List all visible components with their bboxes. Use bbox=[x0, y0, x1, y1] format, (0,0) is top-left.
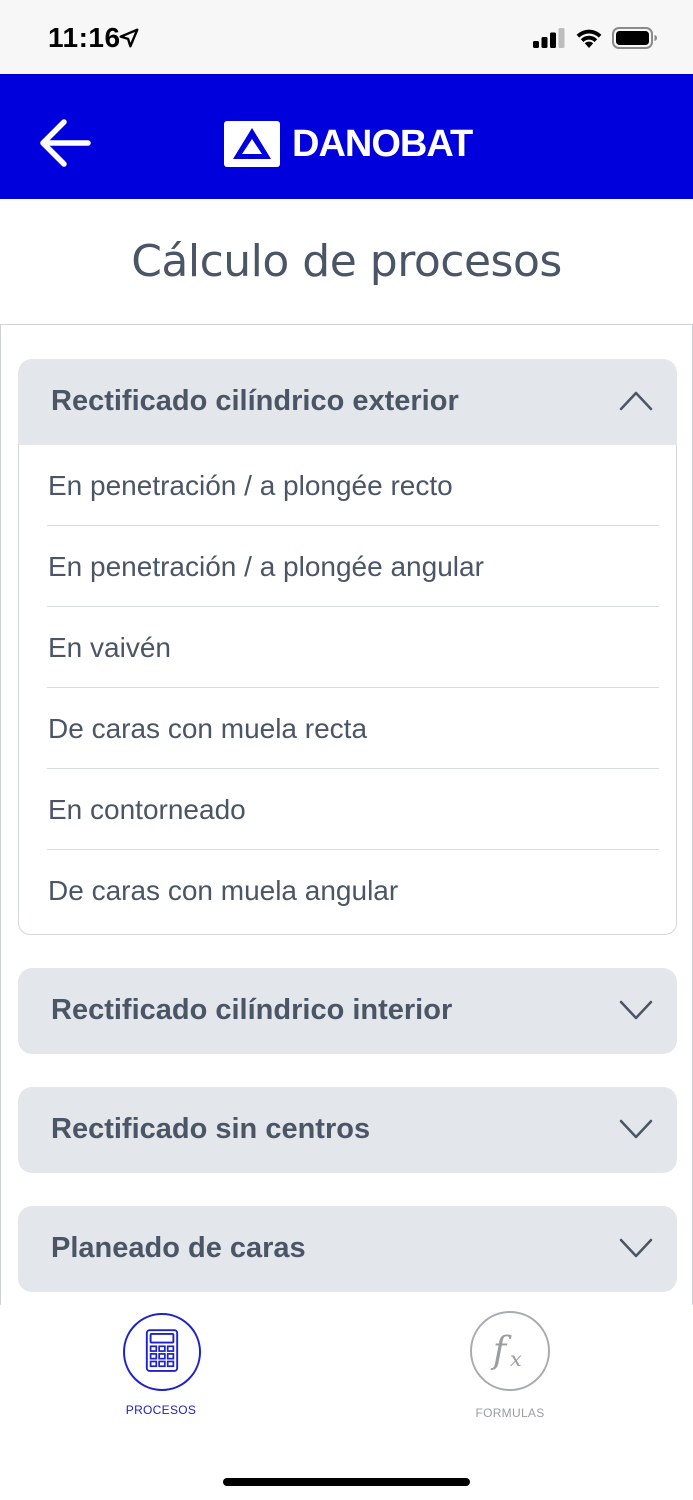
process-item-label: En vaivén bbox=[48, 632, 171, 663]
process-list: Rectificado cilíndrico exterior En penet… bbox=[0, 324, 693, 1305]
process-item-label: De caras con muela recta bbox=[48, 713, 368, 744]
function-fx-icon: f x bbox=[490, 1329, 522, 1371]
tab-label: FORMULAS bbox=[475, 1406, 545, 1420]
section-header-planeado-caras[interactable]: Planeado de caras bbox=[18, 1206, 677, 1292]
bottom-tab-bar: PROCESOS f x FORMULAS bbox=[0, 1305, 693, 1500]
cellular-signal-icon bbox=[533, 28, 565, 48]
section-header-sin-centros[interactable]: Rectificado sin centros bbox=[18, 1087, 677, 1173]
process-item-caras-muela-recta[interactable]: De caras con muela recta bbox=[47, 688, 659, 769]
tab-icon-circle: f x bbox=[470, 1311, 550, 1391]
process-item-label: De caras con muela angular bbox=[48, 875, 399, 906]
process-item-plongee-recto[interactable]: En penetración / a plongée recto bbox=[47, 445, 659, 526]
tab-label: PROCESOS bbox=[125, 1403, 197, 1417]
back-arrow-icon bbox=[40, 119, 91, 167]
process-item-caras-muela-angular[interactable]: De caras con muela angular bbox=[47, 850, 659, 931]
section-body-cilindrico-exterior: En penetración / a plongée recto En pene… bbox=[18, 445, 677, 935]
tab-procesos[interactable]: PROCESOS bbox=[101, 1313, 221, 1423]
status-bar: 11:16 bbox=[0, 0, 693, 74]
process-item-label: En penetración / a plongée recto bbox=[48, 470, 453, 501]
process-item-contorneado[interactable]: En contorneado bbox=[47, 769, 659, 850]
process-item-label: En penetración / a plongée angular bbox=[48, 551, 484, 582]
brand-name: DANOBAT bbox=[292, 123, 473, 165]
status-time: 11:16 bbox=[48, 22, 121, 53]
svg-text:x: x bbox=[510, 1347, 522, 1371]
section-title: Rectificado cilíndrico interior bbox=[51, 994, 453, 1026]
process-item-label: En contorneado bbox=[48, 794, 246, 825]
danobat-logo: DANOBAT bbox=[224, 121, 473, 167]
process-item-vaiven[interactable]: En vaivén bbox=[47, 607, 659, 688]
svg-text:f: f bbox=[490, 1329, 512, 1371]
location-arrow-icon bbox=[119, 28, 139, 48]
section-header-cilindrico-exterior[interactable]: Rectificado cilíndrico exterior bbox=[18, 359, 677, 445]
home-indicator bbox=[223, 1478, 470, 1486]
app-header: DANOBAT bbox=[0, 74, 693, 199]
wifi-icon bbox=[576, 29, 602, 48]
section-header-cilindrico-interior[interactable]: Rectificado cilíndrico interior bbox=[18, 968, 677, 1054]
battery-icon bbox=[612, 27, 657, 49]
section-title: Rectificado cilíndrico exterior bbox=[51, 385, 459, 417]
chevron-down-icon bbox=[619, 1000, 653, 1020]
chevron-down-icon bbox=[619, 1238, 653, 1258]
tab-icon-circle bbox=[123, 1313, 201, 1391]
chevron-up-icon bbox=[619, 391, 653, 411]
tab-formulas[interactable]: f x FORMULAS bbox=[450, 1311, 570, 1423]
process-item-plongee-angular[interactable]: En penetración / a plongée angular bbox=[47, 526, 659, 607]
back-button[interactable] bbox=[38, 118, 92, 168]
section-title: Planeado de caras bbox=[51, 1232, 306, 1264]
calculator-icon bbox=[145, 1329, 179, 1372]
danobat-logo-icon bbox=[224, 121, 280, 167]
page-title: Cálculo de procesos bbox=[131, 236, 562, 287]
chevron-down-icon bbox=[619, 1119, 653, 1139]
section-title: Rectificado sin centros bbox=[51, 1113, 371, 1145]
